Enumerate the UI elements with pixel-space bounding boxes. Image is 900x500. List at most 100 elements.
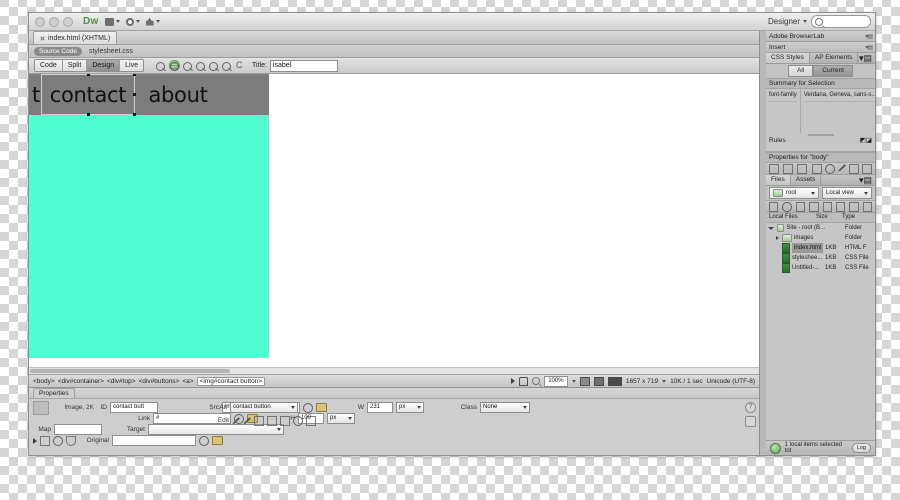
hand-tool-icon[interactable] xyxy=(518,376,528,386)
help-icon[interactable]: ? xyxy=(745,402,756,413)
panel-adobe-browserlab[interactable]: Adobe BrowserLab ▾▤ xyxy=(766,31,875,42)
css-rules-section[interactable]: Rules ◩◪ xyxy=(766,133,875,152)
file-tree-row-index-html[interactable]: index.html 1KB HTML F xyxy=(766,243,875,253)
disable-property-icon[interactable] xyxy=(849,163,859,174)
breadcrumb-div-top[interactable]: <div#top> xyxy=(107,378,136,385)
edit-image-settings-icon[interactable] xyxy=(243,417,251,425)
related-file-source-code[interactable]: Source Code xyxy=(34,46,82,56)
related-file-stylesheet[interactable]: stylesheet.css xyxy=(89,48,133,55)
show-list-view-icon[interactable] xyxy=(783,163,793,174)
attach-stylesheet-icon[interactable] xyxy=(812,163,822,174)
visual-aids-icon[interactable] xyxy=(196,61,206,72)
close-button[interactable] xyxy=(35,16,45,27)
resample-icon[interactable] xyxy=(267,415,277,426)
window-size-large-icon[interactable] xyxy=(607,376,622,386)
view-button-design[interactable]: Design xyxy=(87,60,121,71)
panel-insert[interactable]: Insert ▾▤ xyxy=(766,42,875,53)
view-button-split[interactable]: Split xyxy=(62,60,88,71)
refresh-icon[interactable] xyxy=(782,201,792,212)
view-button-live[interactable]: Live xyxy=(120,60,143,71)
person-dropdown-icon[interactable] xyxy=(145,17,160,26)
height-unit-select[interactable]: px xyxy=(327,413,355,424)
panel-menu-icon[interactable]: ▾▤ xyxy=(865,44,873,51)
column-size[interactable]: Size xyxy=(813,213,839,222)
disclosure-triangle-icon[interactable] xyxy=(768,226,774,230)
view-select[interactable]: Local view xyxy=(822,187,872,199)
brightness-icon[interactable] xyxy=(280,415,290,426)
zoom-button[interactable] xyxy=(63,16,73,27)
window-size-medium-icon[interactable] xyxy=(593,376,604,386)
file-tree-row-images[interactable]: images Folder xyxy=(766,233,875,243)
rules-actions-icon[interactable]: ◩◪ xyxy=(860,136,872,144)
nav-button-contact[interactable]: contact xyxy=(41,74,136,116)
pointer-hotspot-icon[interactable] xyxy=(33,437,37,444)
class-select[interactable]: None xyxy=(480,402,530,413)
column-type[interactable]: Type xyxy=(839,213,875,222)
workspace-switcher[interactable]: Designer xyxy=(768,17,807,26)
live-view-icon[interactable] xyxy=(156,61,166,72)
crop-icon[interactable] xyxy=(254,415,264,426)
window-controls[interactable] xyxy=(35,16,73,27)
alt-select[interactable]: contact button xyxy=(230,402,298,413)
get-files-icon[interactable] xyxy=(795,201,806,212)
connect-remote-icon[interactable] xyxy=(769,201,779,212)
css-mode-all[interactable]: All xyxy=(788,65,814,77)
breadcrumb-div-buttons[interactable]: <div#buttons> xyxy=(139,378,180,385)
rect-hotspot-icon[interactable] xyxy=(40,435,50,446)
width-input[interactable]: 231 xyxy=(367,402,393,413)
close-icon[interactable] xyxy=(40,36,45,41)
check-in-icon[interactable] xyxy=(835,201,846,212)
nav-button-about[interactable]: about xyxy=(135,74,221,115)
canvas-horizontal-scrollbar[interactable] xyxy=(29,367,759,374)
refresh-icon[interactable] xyxy=(235,60,245,71)
tab-assets[interactable]: Assets xyxy=(791,175,822,185)
nav-button-partial[interactable]: t xyxy=(29,74,41,115)
file-tree[interactable]: Local Files Size Type Site - root (B... … xyxy=(766,213,875,440)
gear-dropdown-icon[interactable] xyxy=(125,17,140,26)
sharpen-icon[interactable] xyxy=(306,415,316,426)
resize-handle[interactable] xyxy=(133,74,136,76)
search-input[interactable] xyxy=(811,15,871,28)
expand-collapse-icon[interactable] xyxy=(745,416,756,427)
tab-css-styles[interactable]: CSS Styles xyxy=(766,53,810,63)
column-local-files[interactable]: Local Files xyxy=(766,213,813,222)
delete-property-icon[interactable] xyxy=(862,163,872,174)
tab-ap-elements[interactable]: AP Elements xyxy=(810,53,859,63)
width-unit-select[interactable]: px xyxy=(396,402,424,413)
window-size-small-icon[interactable] xyxy=(579,376,590,386)
dock-vertical-strip[interactable] xyxy=(760,31,766,455)
image-id-input[interactable]: contact butt xyxy=(110,402,158,413)
css-mode-current[interactable]: Current xyxy=(813,65,853,77)
site-select[interactable]: root xyxy=(769,187,819,199)
view-button-code[interactable]: Code xyxy=(35,60,63,71)
document-tab-index-html[interactable]: index.html (XHTML) xyxy=(33,31,118,44)
browse-folder-icon[interactable] xyxy=(316,403,327,412)
resize-handle[interactable] xyxy=(86,113,90,116)
oval-hotspot-icon[interactable] xyxy=(53,435,63,446)
resize-handle[interactable] xyxy=(86,74,90,76)
synchronize-icon[interactable] xyxy=(849,201,859,212)
breadcrumb-anchor[interactable]: <a> xyxy=(182,378,193,385)
check-browser-compat-icon[interactable] xyxy=(222,61,232,72)
log-button[interactable]: Log xyxy=(851,443,871,453)
expand-files-panel-icon[interactable] xyxy=(862,201,872,212)
tab-properties[interactable]: Properties xyxy=(33,388,75,398)
show-set-properties-icon[interactable] xyxy=(797,163,807,174)
check-out-icon[interactable] xyxy=(822,201,832,212)
breadcrumb-body[interactable]: <body> xyxy=(33,378,55,385)
put-files-icon[interactable] xyxy=(809,201,819,212)
breadcrumb-img-contact-button[interactable]: <img#contact button> xyxy=(196,376,266,386)
new-css-rule-icon[interactable] xyxy=(825,163,835,174)
chevron-down-icon[interactable] xyxy=(571,379,576,383)
file-tree-row-untitled-css[interactable]: Untitled-... 1KB CSS File xyxy=(766,263,875,273)
breadcrumb-div-container[interactable]: <div#container> xyxy=(58,378,104,385)
window-size-value[interactable]: 1657 x 719 xyxy=(626,378,658,385)
chevron-down-icon[interactable] xyxy=(662,379,667,383)
zoom-tool-icon[interactable] xyxy=(531,377,540,385)
disclosure-triangle-icon[interactable] xyxy=(776,236,779,240)
edit-pencil-icon[interactable] xyxy=(232,417,240,425)
preview-browser-icon[interactable] xyxy=(169,60,180,71)
contrast-icon[interactable] xyxy=(293,415,303,426)
tab-files[interactable]: Files xyxy=(766,175,791,185)
map-input[interactable] xyxy=(54,424,102,435)
